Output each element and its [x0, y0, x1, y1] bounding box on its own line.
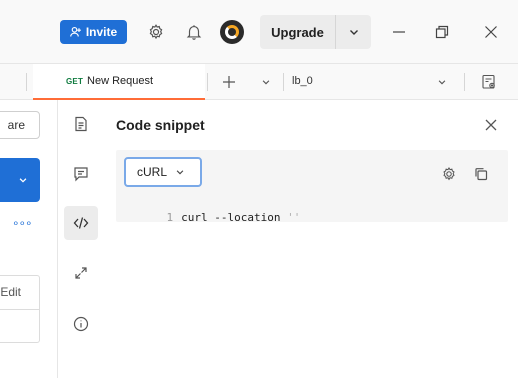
notifications-button[interactable] — [184, 22, 204, 42]
environment-dropdown-button[interactable] — [434, 72, 450, 92]
minimize-icon — [393, 31, 405, 33]
settings-button[interactable] — [146, 22, 166, 42]
copy-icon — [475, 168, 488, 181]
environment-quick-look-button[interactable] — [479, 72, 499, 92]
code-snippet-button[interactable] — [64, 206, 98, 240]
upgrade-dropdown-button[interactable] — [336, 15, 371, 49]
code-text: curl --location — [181, 211, 288, 224]
restore-button[interactable] — [432, 22, 452, 42]
profile-avatar[interactable] — [220, 20, 244, 44]
close-snippet-button[interactable] — [482, 116, 500, 134]
chevron-down-icon — [438, 80, 446, 85]
info-button[interactable] — [64, 307, 98, 341]
edit-field[interactable]: Edit — [0, 275, 40, 343]
upgrade-group: Upgrade — [260, 15, 371, 49]
arrows-icon — [75, 267, 87, 279]
document-icon — [75, 116, 87, 132]
code-string: '' — [287, 211, 301, 224]
plus-icon — [223, 76, 235, 88]
code-snippet-title: Code snippet — [116, 117, 205, 133]
new-tab-button[interactable] — [219, 72, 239, 92]
tab-divider — [283, 73, 284, 91]
code-line[interactable]: 1 curl --location '' — [140, 198, 301, 237]
edit-label: Edit — [0, 285, 21, 299]
tab-list-dropdown[interactable] — [258, 72, 274, 92]
comments-button[interactable] — [64, 157, 98, 191]
restore-icon — [435, 25, 449, 39]
tab-bar: GET New Request lb_0 — [0, 64, 518, 100]
copy-snippet-button[interactable] — [472, 165, 490, 183]
share-button[interactable]: are — [0, 111, 40, 139]
language-label: cURL — [137, 165, 168, 179]
field-divider — [0, 309, 39, 310]
invite-label: Invite — [85, 25, 118, 39]
language-select[interactable]: cURL — [124, 157, 202, 187]
close-window-button[interactable] — [481, 22, 501, 42]
chevron-down-icon — [19, 178, 27, 183]
chevron-down-icon — [176, 170, 184, 175]
line-number: 1 — [166, 211, 174, 224]
method-badge: GET — [66, 76, 84, 86]
chevron-down-icon — [262, 80, 270, 85]
invite-button[interactable]: Invite — [60, 20, 127, 44]
avatar-logo-icon — [225, 25, 239, 39]
bell-icon — [186, 25, 202, 40]
related-collections-button[interactable] — [64, 256, 98, 290]
close-icon — [485, 119, 497, 131]
code-icon — [73, 217, 89, 229]
send-options-button[interactable] — [0, 158, 40, 202]
environment-eye-icon — [482, 74, 495, 89]
top-toolbar: Invite Upgrade — [0, 0, 518, 64]
tab-divider — [464, 73, 465, 91]
info-icon — [73, 316, 89, 332]
tab-divider — [207, 73, 208, 91]
upgrade-button[interactable]: Upgrade — [260, 15, 336, 49]
documentation-button[interactable] — [64, 107, 98, 141]
request-panel-clipped: are ∘∘∘ Edit — [0, 100, 58, 378]
snippet-settings-button[interactable] — [440, 165, 458, 183]
code-snippet-area: cURL 1 curl --location '' — [116, 150, 508, 224]
gear-icon — [443, 167, 455, 181]
gear-icon — [149, 24, 163, 40]
right-sidebar-rail — [58, 100, 104, 378]
comment-icon — [74, 167, 88, 182]
minimize-button[interactable] — [389, 22, 409, 42]
more-options-button[interactable]: ∘∘∘ — [12, 216, 33, 230]
close-icon — [485, 26, 497, 38]
chevron-down-icon — [349, 30, 358, 35]
tab-title: New Request — [87, 75, 154, 87]
add-user-icon — [70, 26, 81, 37]
environment-selector[interactable]: lb_0 — [292, 75, 313, 87]
tab-new-request[interactable]: GET New Request — [33, 64, 205, 100]
tab-divider — [26, 73, 27, 91]
